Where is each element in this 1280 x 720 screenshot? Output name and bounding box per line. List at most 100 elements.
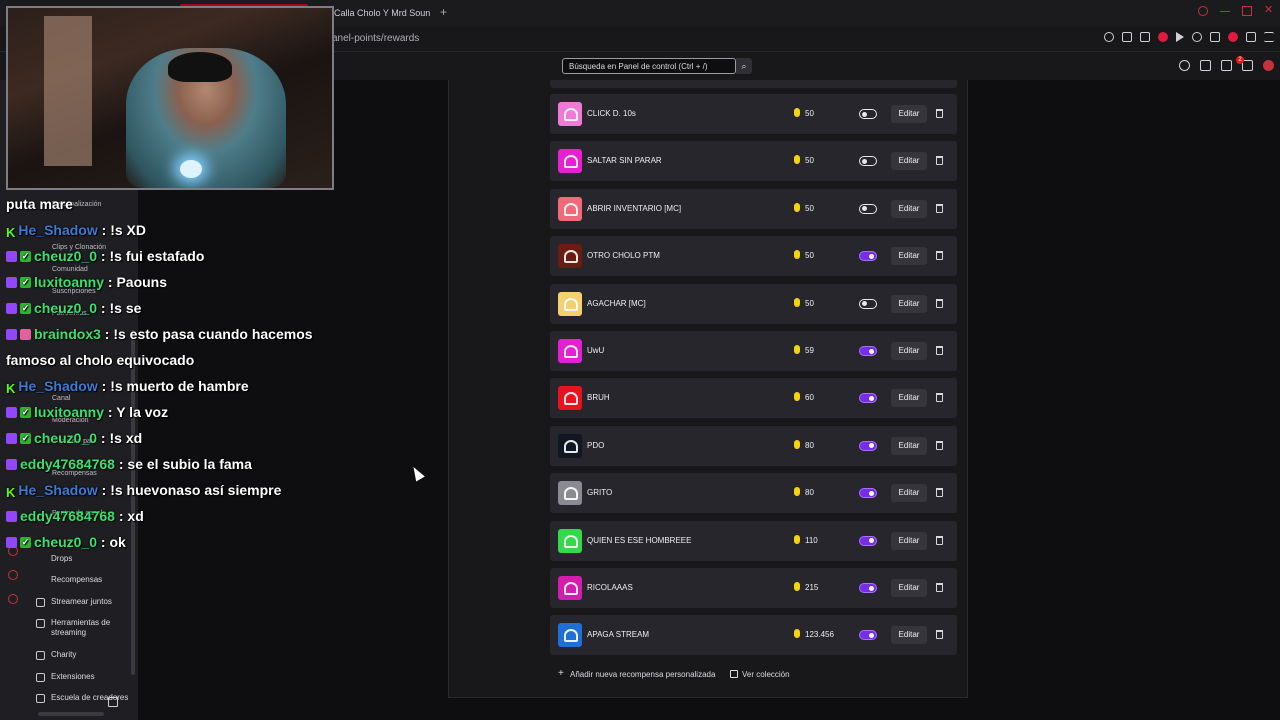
chat-username[interactable]: braindox3 <box>34 326 101 342</box>
external-link-icon[interactable] <box>108 697 118 707</box>
reward-enabled-toggle[interactable] <box>859 109 877 119</box>
twitch-icon <box>6 432 17 444</box>
chat-username[interactable]: cheuz0_0 <box>34 300 97 316</box>
edit-reward-button[interactable]: Editar <box>891 152 927 171</box>
record-side-icon <box>8 570 18 580</box>
play-icon[interactable] <box>1176 32 1184 42</box>
chat-username[interactable]: He_Shadow <box>18 378 97 394</box>
trash-icon[interactable] <box>936 488 943 498</box>
edit-reward-button[interactable]: Editar <box>891 579 927 597</box>
pin-icon[interactable] <box>1122 32 1132 42</box>
chat-username[interactable]: luxitoanny <box>34 274 104 290</box>
download-icon[interactable] <box>1246 32 1256 42</box>
profile-avatar[interactable] <box>1228 32 1238 42</box>
verified-icon: ✓ <box>20 536 31 548</box>
new-tab-button[interactable]: + <box>440 5 447 19</box>
screenshot-icon[interactable] <box>1140 32 1150 42</box>
twitch-icon <box>6 510 17 522</box>
edit-reward-button[interactable]: Editar <box>891 531 927 550</box>
trash-icon[interactable] <box>936 535 943 545</box>
zoom-icon[interactable] <box>1104 32 1114 42</box>
trash-icon[interactable] <box>936 583 943 592</box>
tools-icon <box>36 619 45 628</box>
trash-icon[interactable] <box>936 251 943 261</box>
trash-icon[interactable] <box>936 109 943 118</box>
chat-text: famoso al cholo equivocado <box>6 352 195 368</box>
chat-text: : !s huevonaso así siempre <box>97 482 282 498</box>
chat-username[interactable]: eddy47684768 <box>20 508 115 524</box>
chat-username[interactable]: cheuz0_0 <box>34 430 97 446</box>
help-icon[interactable] <box>1179 60 1190 71</box>
chat-username[interactable]: luxitoanny <box>34 404 104 420</box>
reward-enabled-toggle[interactable] <box>859 298 877 309</box>
reward-enabled-toggle[interactable] <box>859 203 877 214</box>
chat-username[interactable]: He_Shadow <box>18 482 97 498</box>
reward-enabled-toggle[interactable] <box>859 156 877 167</box>
magic-icon[interactable] <box>1200 60 1211 71</box>
channel-points-icon <box>794 345 800 354</box>
sidebar-faint-item[interactable]: Comunidad <box>52 266 88 273</box>
reward-enabled-toggle[interactable] <box>859 393 877 404</box>
search-icon[interactable]: ⌕ <box>736 58 752 74</box>
menu-icon[interactable] <box>1264 32 1274 42</box>
extensions-icon[interactable] <box>1210 32 1220 42</box>
minimize-icon[interactable] <box>1220 6 1230 12</box>
add-reward-label: Añadir nueva recompensa personalizada <box>570 670 716 679</box>
reward-cost: 50 <box>805 156 814 166</box>
chat-username[interactable]: cheuz0_0 <box>34 248 97 264</box>
edit-reward-button[interactable]: Editar <box>891 105 927 123</box>
trash-icon[interactable] <box>936 203 943 213</box>
school-icon <box>36 694 45 703</box>
inbox-icon[interactable] <box>1221 60 1232 71</box>
reward-enabled-toggle[interactable] <box>859 488 877 499</box>
search-input[interactable]: Búsqueda en Panel de control (Ctrl + /) <box>562 58 736 74</box>
adblock-icon[interactable] <box>1158 32 1168 42</box>
trash-icon[interactable] <box>936 346 943 355</box>
url-text[interactable]: anel-points/rewards <box>332 33 419 44</box>
edit-reward-button[interactable]: Editar <box>891 484 927 503</box>
edit-reward-button[interactable]: Editar <box>891 247 927 266</box>
close-icon[interactable]: ✕ <box>1264 5 1274 16</box>
chat-text: : xd <box>114 508 144 524</box>
trash-icon[interactable] <box>936 630 943 640</box>
reward-enabled-toggle[interactable] <box>859 630 877 641</box>
sidebar-horizontal-scrollbar[interactable] <box>38 712 104 716</box>
trash-icon[interactable] <box>936 440 943 450</box>
edit-reward-button[interactable]: Editar <box>891 199 927 218</box>
edit-reward-button[interactable]: Editar <box>891 342 927 360</box>
chat-message: ✓ cheuz0_0 : !s se <box>6 300 141 316</box>
sidebar-faint-item[interactable]: Canal <box>52 395 70 402</box>
browser-toolbar-icons <box>1104 32 1274 42</box>
reward-enabled-toggle[interactable] <box>859 440 877 451</box>
user-avatar[interactable] <box>1263 60 1274 71</box>
edit-reward-button[interactable]: Editar <box>891 436 927 455</box>
chat-username[interactable]: He_Shadow <box>18 222 97 238</box>
chat-username[interactable]: eddy47684768 <box>20 456 115 472</box>
reward-enabled-toggle[interactable] <box>859 583 877 593</box>
reward-row: AGACHAR [MC] 50 Editar <box>550 283 957 324</box>
reward-cost: 80 <box>805 488 814 498</box>
trash-icon[interactable] <box>936 156 943 166</box>
add-reward-button[interactable]: + Añadir nueva recompensa personalizada <box>558 668 715 682</box>
reward-enabled-toggle[interactable] <box>859 535 877 546</box>
heart-icon[interactable] <box>1192 32 1202 42</box>
edit-reward-button[interactable]: Editar <box>891 294 927 313</box>
edit-reward-button[interactable]: Editar <box>891 389 927 408</box>
edit-reward-button[interactable]: Editar <box>891 626 927 645</box>
trash-icon[interactable] <box>936 298 943 308</box>
trash-icon[interactable] <box>936 393 943 403</box>
reward-icon <box>558 291 582 316</box>
reward-cost: 50 <box>805 298 814 308</box>
reward-enabled-toggle[interactable] <box>859 346 877 356</box>
topbar-actions <box>1179 60 1274 71</box>
maximize-icon[interactable] <box>1242 6 1252 16</box>
chat-username[interactable]: cheuz0_0 <box>34 534 97 550</box>
chat-message: ✓ luxitoanny : Y la voz <box>6 404 168 420</box>
reward-enabled-toggle[interactable] <box>859 251 877 262</box>
browser-tab[interactable]: Calla Cholo Y Mrd Soundt <box>326 4 430 24</box>
reward-row-partial <box>550 80 957 88</box>
view-collection-button[interactable]: Ver colección <box>730 668 790 682</box>
chat-text: : Y la voz <box>104 404 169 420</box>
sidebar-item-label: Charity <box>51 650 77 659</box>
record-icon[interactable] <box>1198 6 1208 16</box>
